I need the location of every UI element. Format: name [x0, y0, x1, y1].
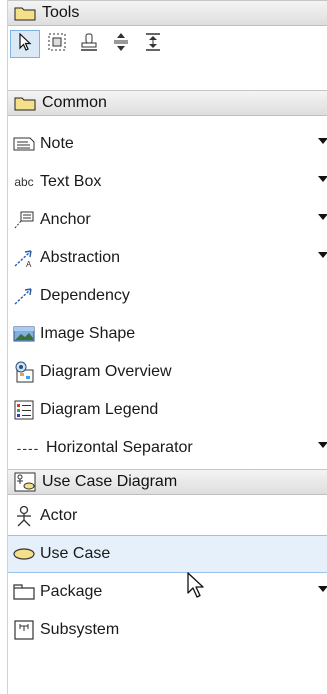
- palette-item-subsystem[interactable]: Subsystem: [8, 611, 327, 649]
- image-icon: [12, 323, 36, 345]
- use-case-icon: [12, 543, 36, 565]
- section-label: Common: [42, 94, 107, 111]
- tools-toolbar: [8, 28, 327, 60]
- diagram-overview-icon: [12, 361, 36, 383]
- palette-item-package[interactable]: Package: [8, 573, 327, 611]
- folder-icon: [14, 4, 38, 22]
- item-label: Package: [40, 583, 103, 600]
- chevron-down-icon[interactable]: [318, 442, 327, 448]
- folder-icon: [14, 94, 38, 112]
- item-label: Diagram Legend: [40, 401, 159, 418]
- palette-item-horizontal-separator[interactable]: ---- Horizontal Separator: [8, 429, 327, 467]
- separator-icon: ----: [16, 440, 40, 456]
- item-label: Subsystem: [40, 621, 120, 638]
- align-center-button[interactable]: [138, 30, 168, 58]
- palette-item-text-box[interactable]: abc Text Box: [8, 163, 327, 201]
- chevron-down-icon[interactable]: [318, 176, 327, 182]
- align-center-icon: [143, 32, 163, 57]
- item-label: Image Shape: [40, 325, 136, 342]
- stamp-icon: [79, 32, 99, 57]
- item-label: Actor: [40, 507, 78, 524]
- chevron-down-icon[interactable]: [318, 138, 327, 144]
- anchor-icon: [12, 209, 36, 231]
- section-header-tools[interactable]: Tools: [8, 0, 327, 26]
- text-box-icon: abc: [14, 175, 34, 189]
- abstraction-icon: A: [12, 247, 36, 269]
- palette-item-abstraction[interactable]: A Abstraction: [8, 239, 327, 277]
- palette-panel: Tools Common Note abc Text Box Anchor A …: [7, 0, 327, 694]
- palette-item-diagram-overview[interactable]: Diagram Overview: [8, 353, 327, 391]
- pointer-tool-button[interactable]: [10, 30, 40, 58]
- palette-item-anchor[interactable]: Anchor: [8, 201, 327, 239]
- vertical-spacing-icon: [111, 32, 131, 57]
- item-label: Use Case: [40, 545, 111, 562]
- stamp-button[interactable]: [74, 30, 104, 58]
- marquee-select-button[interactable]: [42, 30, 72, 58]
- pointer-icon: [17, 32, 33, 56]
- legend-icon: [12, 399, 36, 421]
- dependency-icon: [12, 285, 36, 307]
- section-header-common[interactable]: Common: [8, 90, 327, 116]
- use-case-diagram-icon: [14, 472, 38, 492]
- svg-text:A: A: [26, 260, 32, 268]
- item-label: Note: [40, 135, 74, 152]
- item-label: Abstraction: [40, 249, 121, 266]
- palette-item-actor[interactable]: Actor: [8, 497, 327, 535]
- palette-item-note[interactable]: Note: [8, 125, 327, 163]
- item-label: Diagram Overview: [40, 363, 172, 380]
- palette-item-dependency[interactable]: Dependency: [8, 277, 327, 315]
- palette-item-image-shape[interactable]: Image Shape: [8, 315, 327, 353]
- mouse-cursor-icon: [186, 572, 206, 605]
- palette-item-diagram-legend[interactable]: Diagram Legend: [8, 391, 327, 429]
- vertical-spacing-button[interactable]: [106, 30, 136, 58]
- item-label: Horizontal Separator: [46, 439, 193, 456]
- item-label: Text Box: [40, 173, 102, 190]
- chevron-down-icon[interactable]: [318, 214, 327, 220]
- section-header-use-case-diagram[interactable]: Use Case Diagram: [8, 469, 327, 495]
- item-label: Anchor: [40, 211, 91, 228]
- chevron-down-icon[interactable]: [318, 252, 327, 258]
- chevron-down-icon[interactable]: [318, 586, 327, 592]
- subsystem-icon: [12, 619, 36, 641]
- actor-icon: [12, 505, 36, 527]
- note-icon: [12, 133, 36, 155]
- palette-item-use-case[interactable]: Use Case: [8, 535, 327, 573]
- section-label: Use Case Diagram: [42, 473, 178, 490]
- package-icon: [12, 581, 36, 603]
- item-label: Dependency: [40, 287, 130, 304]
- marquee-select-icon: [47, 32, 67, 57]
- section-label: Tools: [42, 4, 80, 21]
